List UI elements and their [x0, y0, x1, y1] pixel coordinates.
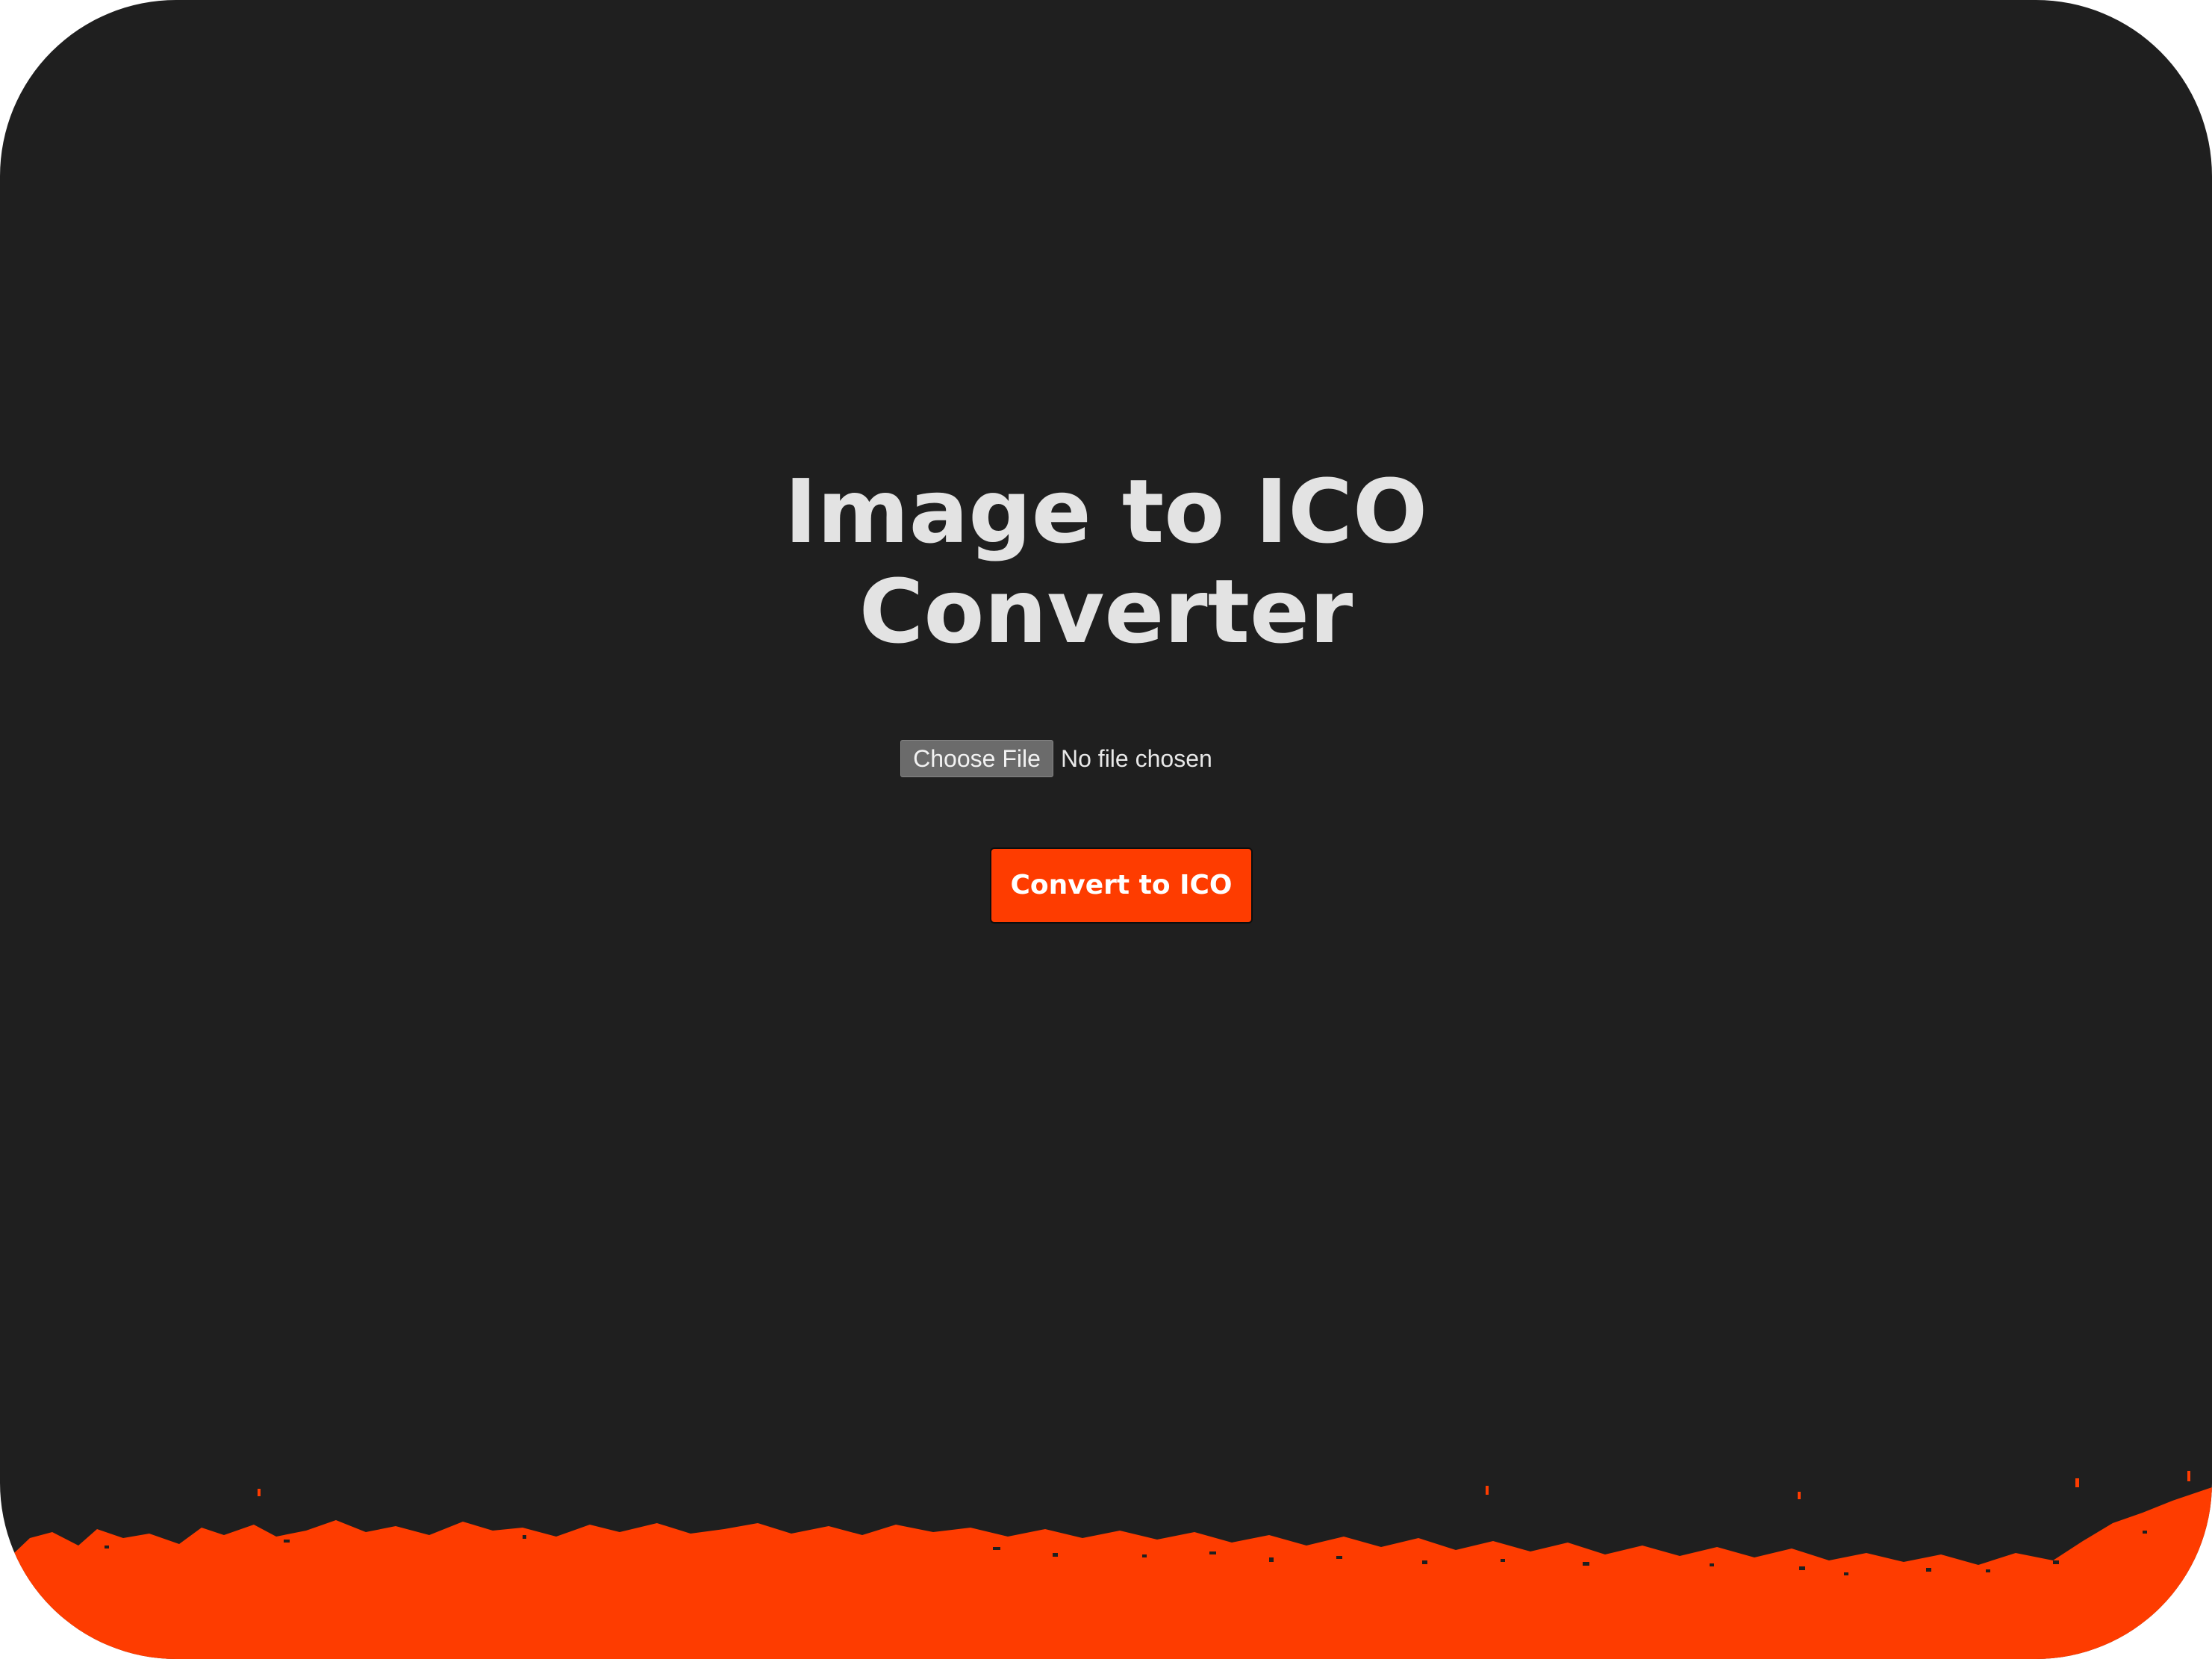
page-title: Image to ICO Converter [0, 461, 2212, 662]
orange-paint-stroke [0, 1471, 2212, 1659]
paint-flecks [258, 1471, 2190, 1499]
app-window: Image to ICO Converter Choose File No fi… [0, 0, 2212, 1659]
choose-file-button[interactable]: Choose File [900, 740, 1053, 777]
main-content: Image to ICO Converter Choose File No fi… [0, 0, 2212, 1659]
page-title-line-1: Image to ICO [784, 460, 1428, 563]
file-input[interactable]: Choose File No file chosen [900, 740, 1212, 777]
convert-to-ico-button[interactable]: Convert to ICO [990, 847, 1253, 924]
page-title-line-2: Converter [859, 560, 1353, 663]
file-status-text: No file chosen [1061, 745, 1212, 772]
paint-stroke-fill [0, 1487, 2212, 1659]
